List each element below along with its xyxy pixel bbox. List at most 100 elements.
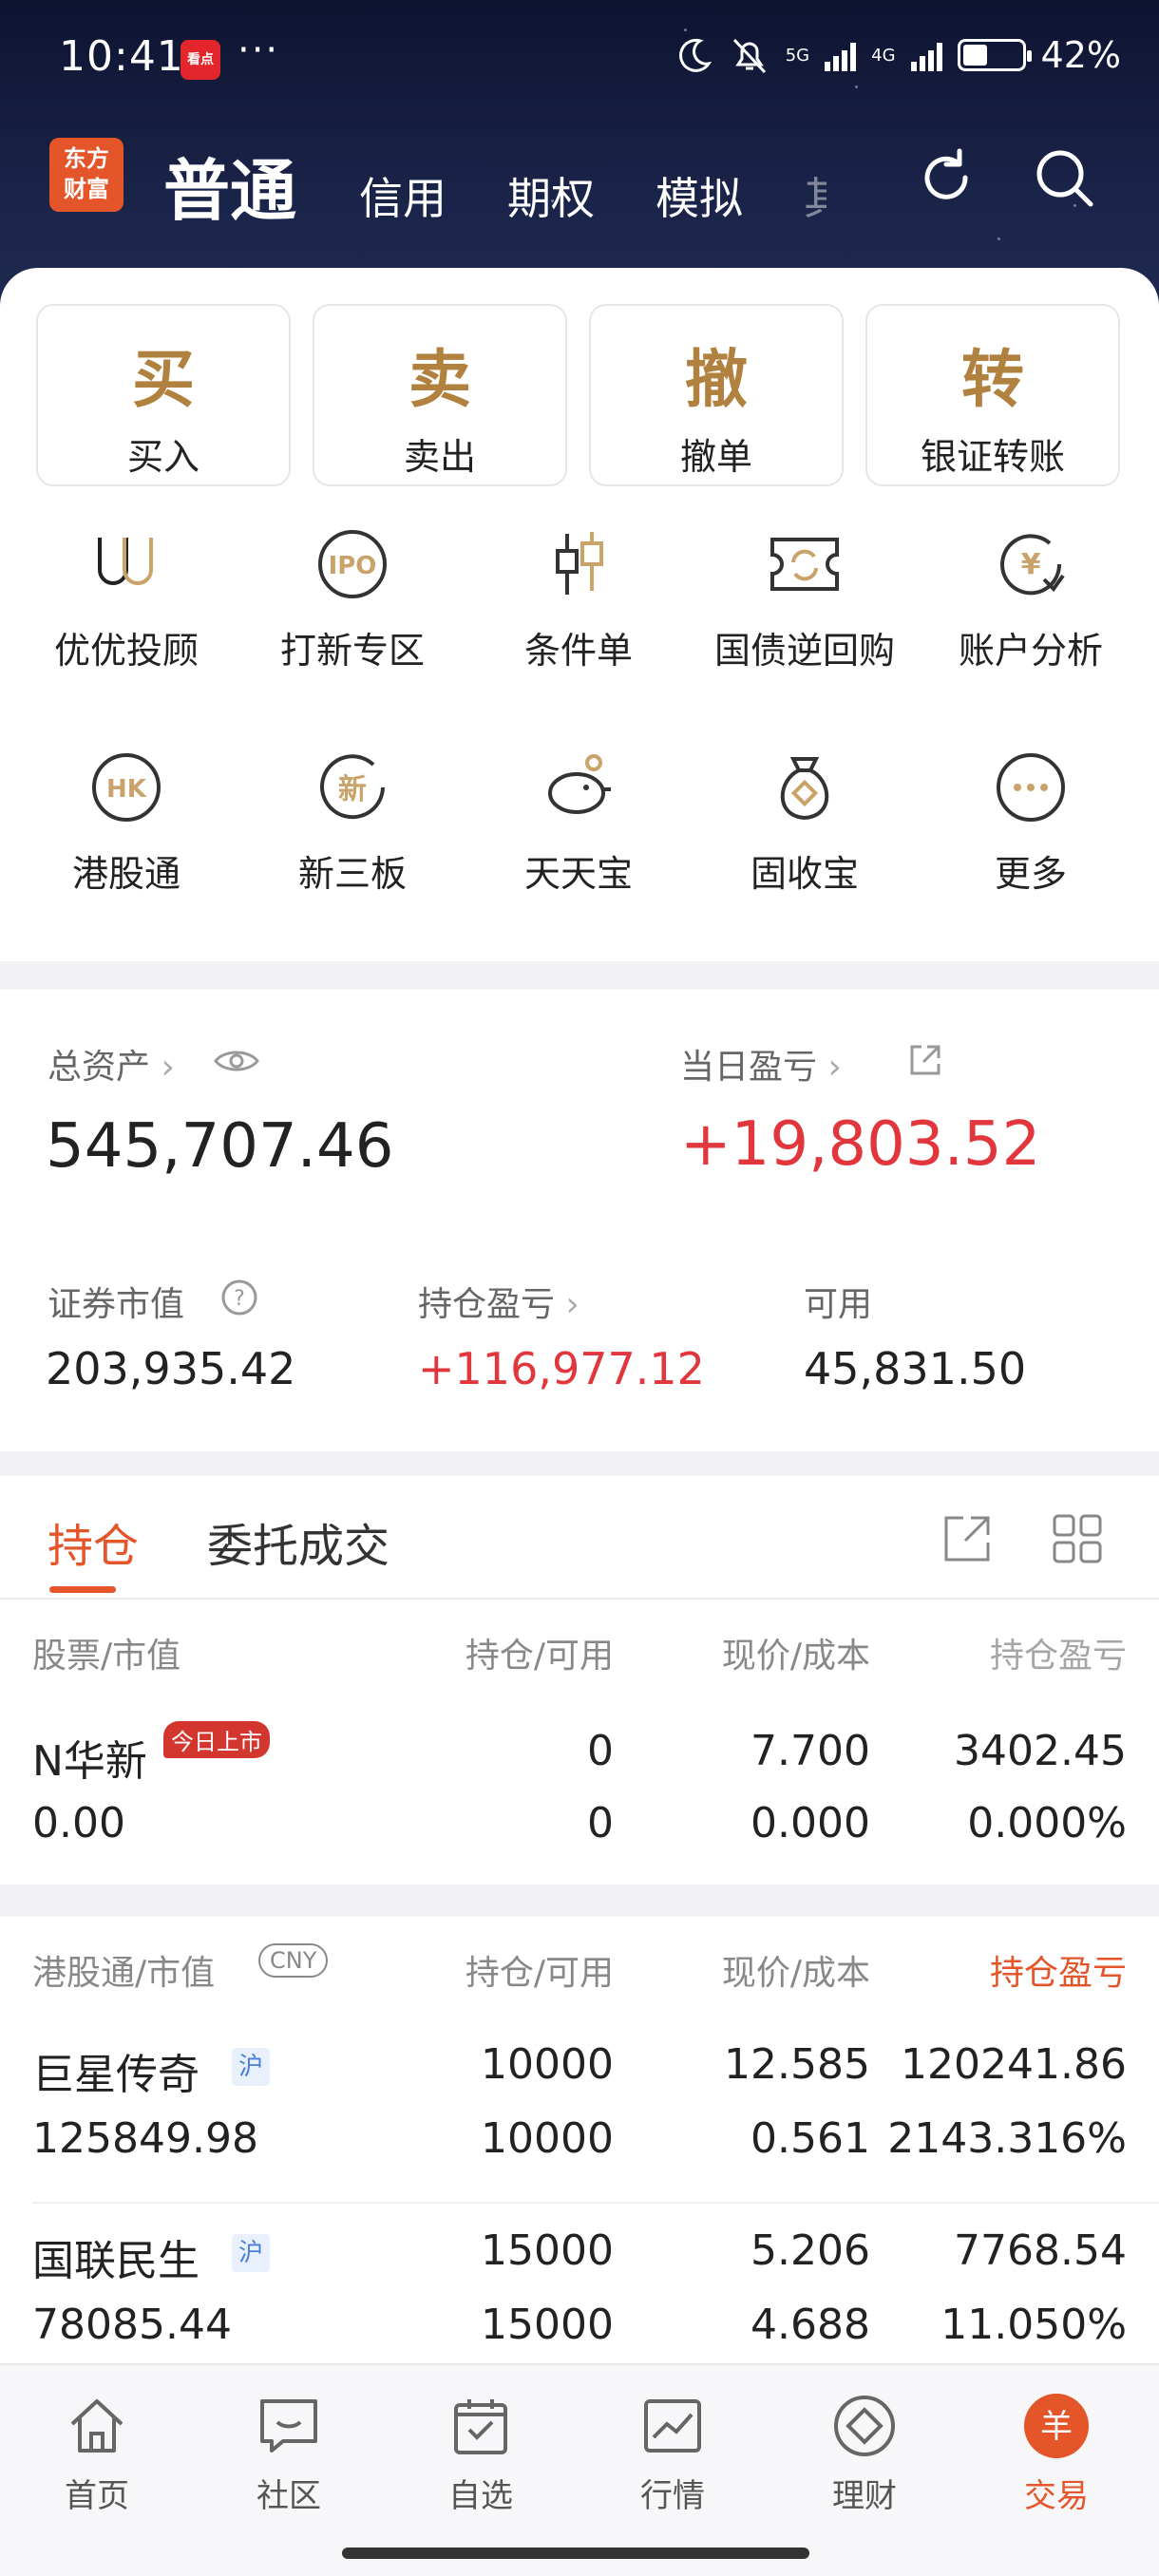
- grid-bond-repo[interactable]: 国债逆回购: [692, 524, 918, 673]
- tab-normal[interactable]: 普通: [163, 138, 296, 234]
- grid-conditional-order[interactable]: 条件单: [466, 524, 692, 673]
- sell-button[interactable]: 卖卖出: [313, 304, 567, 486]
- assets-summary: 总资产 › 545,707.46 当日盈亏 › +19,803.52 证券市值 …: [0, 990, 1159, 1451]
- avail-qty: 15000: [481, 2301, 614, 2349]
- bank-transfer-button[interactable]: 转银证转账: [865, 304, 1120, 486]
- market-value-label: 证券市值: [48, 1285, 185, 1324]
- stock-name: 巨星传奇: [32, 2051, 200, 2099]
- refresh-icon[interactable]: [910, 142, 982, 214]
- price: 12.585: [724, 2040, 870, 2089]
- grid-new-third-board[interactable]: 新 新三板: [239, 748, 466, 897]
- app-notification-icon: 看点: [180, 40, 220, 80]
- candlestick-icon: [556, 532, 603, 595]
- share-icon[interactable]: [906, 1041, 944, 1079]
- moon-icon: [678, 38, 712, 72]
- grid-tiantianbao[interactable]: 天天宝: [466, 748, 692, 897]
- col-stock: 股票/市值: [32, 1637, 181, 1676]
- grid-view-icon[interactable]: [1051, 1512, 1104, 1565]
- col-price: 现价/成本: [721, 1637, 870, 1676]
- account-type-nav: 东方 财富 普通 信用 期权 模拟 其: [0, 128, 1159, 242]
- nav-market[interactable]: 行情: [597, 2392, 749, 2516]
- daily-pl-value: +19,803.52: [680, 1109, 1041, 1180]
- avail-qty: 0: [587, 1799, 614, 1847]
- grid-ipo[interactable]: IPO 打新专区: [239, 524, 466, 673]
- tab-options[interactable]: 期权: [507, 164, 595, 227]
- grid-fixed-income[interactable]: 固收宝: [692, 748, 918, 897]
- total-assets-label[interactable]: 总资产 ›: [48, 1039, 175, 1089]
- mute-bell-icon: [732, 38, 766, 74]
- tab-orders[interactable]: 委托成交: [207, 1508, 390, 1575]
- holding-pl-label[interactable]: 持仓盈亏 ›: [418, 1277, 580, 1326]
- battery-percent: 42%: [1040, 34, 1121, 76]
- market-value: 203,935.42: [46, 1343, 296, 1394]
- svg-text:IPO: IPO: [329, 552, 377, 580]
- cancel-order-button[interactable]: 撤撤单: [589, 304, 844, 486]
- nav-watchlist[interactable]: 自选: [405, 2392, 557, 2516]
- available-value: 45,831.50: [804, 1343, 1027, 1394]
- stock-name: 国联民生: [32, 2237, 200, 2285]
- col-hk-pl-sorted[interactable]: 持仓盈亏: [990, 1945, 1127, 1995]
- grid-uu-advisor[interactable]: 优优投顾: [13, 524, 239, 673]
- hk-icon: HK: [92, 753, 161, 822]
- more-notifications-icon: ···: [238, 28, 280, 72]
- search-icon[interactable]: [1028, 142, 1100, 214]
- positions-tabs: 持仓 委托成交: [0, 1476, 1159, 1600]
- stock-value: 125849.98: [32, 2114, 258, 2163]
- nav-home[interactable]: 首页: [21, 2392, 173, 2516]
- tab-other[interactable]: 其: [804, 164, 826, 227]
- grid-more[interactable]: 更多: [918, 748, 1144, 897]
- currency-badge[interactable]: CNY: [258, 1943, 329, 1978]
- ipo-icon: IPO: [318, 530, 387, 598]
- pl: 7768.54: [954, 2226, 1127, 2275]
- row-divider: [32, 2202, 1159, 2204]
- pl: 3402.45: [954, 1727, 1127, 1775]
- avail-qty: 10000: [481, 2114, 614, 2163]
- positions-section: 持仓 委托成交 股票/市值 持仓/可用 现价/成本 持仓盈亏 N华新 今日上市 …: [0, 1476, 1159, 1885]
- export-icon[interactable]: [940, 1512, 994, 1565]
- watchlist-icon: [454, 2399, 507, 2454]
- tab-holdings[interactable]: 持仓: [48, 1508, 139, 1575]
- new-board-icon: 新: [320, 754, 385, 820]
- more-icon: [997, 753, 1065, 822]
- grid-hk-connect[interactable]: HK 港股通: [13, 748, 239, 897]
- daily-pl-label[interactable]: 当日盈亏 ›: [680, 1039, 842, 1089]
- nav-community[interactable]: 社区: [213, 2392, 365, 2516]
- eye-icon[interactable]: [213, 1045, 260, 1077]
- listing-badge: 今日上市: [163, 1721, 270, 1758]
- holding-pl-value: +116,977.12: [418, 1343, 705, 1394]
- help-icon[interactable]: ?: [220, 1279, 258, 1316]
- home-indicator[interactable]: [342, 2548, 809, 2559]
- yen-chart-icon: ¥: [1000, 534, 1065, 596]
- col-hk-stock: 港股通/市值: [32, 1954, 216, 1993]
- tab-credit[interactable]: 信用: [359, 164, 446, 227]
- net-5g-label: 5G: [785, 45, 810, 66]
- eastmoney-logo: 东方 财富: [49, 138, 124, 212]
- buy-button[interactable]: 买买入: [36, 304, 291, 486]
- col-pl: 持仓盈亏: [989, 1637, 1127, 1676]
- market-icon: [644, 2399, 701, 2453]
- tab-simulation[interactable]: 模拟: [656, 164, 743, 227]
- col-hk-hold: 持仓/可用: [465, 1954, 614, 1993]
- status-bar: 10:41 看点 ··· 5G 4G 42%: [0, 0, 1159, 119]
- active-tab-indicator: [49, 1586, 116, 1593]
- grid-account-analysis[interactable]: ¥ 账户分析: [918, 524, 1144, 673]
- price: 7.700: [750, 1727, 870, 1775]
- stock-value: 0.00: [32, 1799, 125, 1847]
- trade-icon: 羊: [1024, 2394, 1089, 2458]
- col-hold: 持仓/可用: [465, 1637, 614, 1676]
- hk-positions-section: 港股通/市值 CNY 持仓/可用 现价/成本 持仓盈亏 巨星传奇 沪 12584…: [0, 1917, 1159, 2373]
- cost: 4.688: [750, 2301, 870, 2349]
- pl-pct: 2143.316%: [887, 2114, 1127, 2163]
- nav-trade[interactable]: 羊 交易: [980, 2392, 1132, 2516]
- nav-finance[interactable]: 理财: [788, 2392, 940, 2516]
- finance-icon: [834, 2396, 895, 2456]
- col-hk-price: 现价/成本: [721, 1954, 870, 1993]
- svg-text:HK: HK: [106, 775, 147, 804]
- price: 5.206: [750, 2226, 870, 2275]
- home-icon: [70, 2399, 124, 2453]
- bond-repo-icon: [770, 538, 839, 591]
- signal-icon: [825, 39, 857, 71]
- svg-text:新: 新: [338, 773, 367, 806]
- signal-icon-2: [910, 39, 942, 71]
- hold-qty: 0: [587, 1727, 614, 1775]
